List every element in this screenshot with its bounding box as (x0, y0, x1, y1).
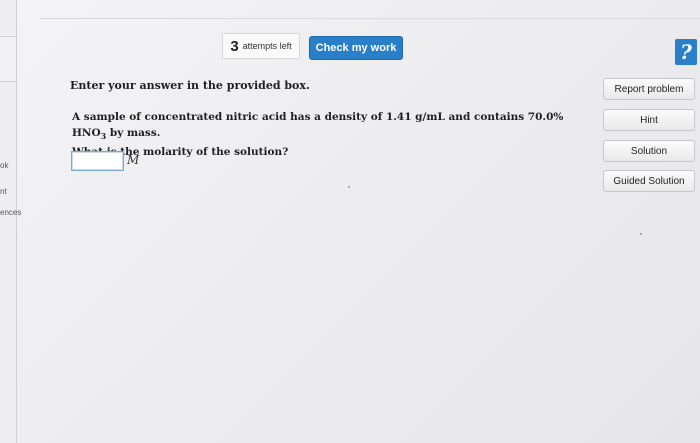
check-my-work-button[interactable]: Check my work (309, 36, 403, 60)
left-rail-item[interactable]: ences (0, 208, 21, 217)
left-rail-item[interactable]: nt (0, 187, 7, 196)
left-rail: ok nt ences (0, 0, 21, 443)
left-rail-item[interactable]: ok (0, 161, 8, 170)
attempts-indicator: 3 attempts left (222, 33, 300, 59)
guided-solution-button[interactable]: Guided Solution (603, 170, 695, 192)
unit-label: M (127, 153, 140, 167)
question-line-2: What is the molarity of the solution? (72, 146, 289, 159)
instruction-text: Enter your answer in the provided box. (70, 79, 310, 92)
left-rail-panel (0, 36, 16, 82)
top-divider (40, 18, 700, 19)
report-problem-button[interactable]: Report problem (603, 78, 695, 100)
answer-input[interactable] (71, 151, 124, 171)
attempts-count: 3 (230, 37, 239, 55)
question-text: A sample of concentrated nitric acid has… (72, 109, 572, 160)
hint-button[interactable]: Hint (603, 109, 695, 131)
screen-speck (640, 233, 642, 235)
question-line-1: A sample of concentrated nitric acid has… (72, 109, 572, 144)
attempts-label: attempts left (242, 41, 292, 51)
solution-button[interactable]: Solution (603, 140, 695, 162)
question-line-1-end: by mass. (106, 127, 161, 139)
help-icon[interactable]: ? (675, 39, 697, 65)
screen-speck (348, 186, 350, 188)
